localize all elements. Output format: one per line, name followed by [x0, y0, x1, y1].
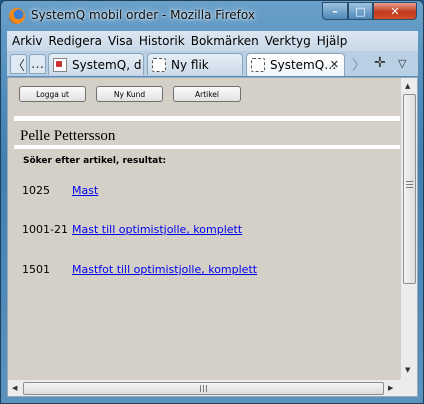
tab-bar: 〈 … SystemQ, d… Ny flik SystemQ… ✕ 〉 ✛ ▽ — [7, 51, 418, 76]
divider — [14, 116, 400, 121]
scrollbar-corner — [400, 379, 417, 396]
menu-hjalp[interactable]: Hjälp — [315, 34, 352, 48]
tab-overflow-button[interactable]: … — [29, 54, 46, 74]
title-bar[interactable]: SystemQ mobil order - Mozilla Firefox – … — [1, 1, 423, 31]
window-title: SystemQ mobil order - Mozilla Firefox — [31, 8, 255, 22]
page-content: Logga ut Ny Kund Artikel Pelle Pettersso… — [14, 83, 400, 374]
vertical-scrollbar[interactable]: ▲ ▼ — [400, 78, 417, 379]
blank-page-icon — [251, 58, 265, 72]
window-controls: – □ ✕ — [322, 2, 417, 20]
tab-label: Ny flik — [171, 57, 209, 72]
menu-redigera[interactable]: Redigera — [47, 34, 106, 48]
menu-bar: Arkiv Redigera Visa Historik Bokmärken V… — [7, 31, 418, 51]
grip-icon — [200, 385, 208, 392]
menu-verktyg[interactable]: Verktyg — [263, 34, 315, 48]
menu-bokmarken[interactable]: Bokmärken — [189, 34, 263, 48]
tab-scroll-left-button[interactable]: 〈 — [10, 54, 27, 74]
article-code: 1501 — [22, 263, 50, 276]
action-buttons: Logga ut Ny Kund Artikel — [19, 86, 251, 102]
tab-systemq-active[interactable]: SystemQ… ✕ — [246, 53, 345, 76]
customer-name: Pelle Pettersson — [20, 128, 116, 144]
scroll-left-icon[interactable]: ◀ — [12, 384, 17, 392]
menu-historik[interactable]: Historik — [137, 34, 189, 48]
new-tab-icon[interactable]: ✛ — [374, 55, 386, 71]
tab-label: SystemQ… — [270, 58, 337, 72]
article-code: 1025 — [22, 184, 50, 197]
browser-window: SystemQ mobil order - Mozilla Firefox – … — [0, 0, 424, 404]
scroll-up-icon[interactable]: ▲ — [405, 82, 410, 90]
close-tab-icon[interactable]: ✕ — [330, 58, 339, 71]
article-button[interactable]: Artikel — [173, 86, 241, 102]
app-favicon-icon — [53, 57, 67, 72]
article-code: 1001-21 — [22, 223, 68, 236]
scroll-right-icon[interactable]: ▶ — [388, 384, 393, 392]
horizontal-scrollbar[interactable]: ◀ ▶ — [8, 379, 400, 396]
scroll-down-icon[interactable]: ▼ — [405, 366, 410, 374]
divider — [14, 145, 400, 149]
article-link[interactable]: Mast — [72, 184, 98, 197]
grip-icon — [406, 181, 413, 189]
new-customer-button[interactable]: Ny Kund — [96, 86, 163, 102]
article-link[interactable]: Mastfot till optimistjolle, komplett — [72, 263, 257, 276]
minimize-button[interactable]: – — [322, 2, 348, 20]
menu-arkiv[interactable]: Arkiv — [7, 34, 47, 48]
vertical-scroll-thumb[interactable] — [403, 94, 416, 284]
firefox-logo-icon[interactable] — [9, 8, 25, 24]
tab-ny-flik[interactable]: Ny flik — [147, 53, 243, 75]
horizontal-scroll-thumb[interactable] — [23, 382, 384, 395]
close-window-button[interactable]: ✕ — [373, 2, 417, 20]
tab-scroll-right-icon[interactable]: 〉 — [352, 55, 366, 75]
menu-visa[interactable]: Visa — [106, 34, 137, 48]
page-viewport: Logga ut Ny Kund Artikel Pelle Pettersso… — [7, 77, 418, 397]
tab-label: SystemQ, d… — [72, 57, 143, 72]
maximize-button[interactable]: □ — [348, 2, 373, 20]
article-link[interactable]: Mast till optimistjolle, komplett — [72, 223, 242, 236]
list-tabs-icon[interactable]: ▽ — [398, 57, 406, 70]
tab-systemq-1[interactable]: SystemQ, d… — [48, 53, 144, 75]
search-result-heading: Söker efter artikel, resultat: — [23, 156, 167, 166]
logout-button[interactable]: Logga ut — [19, 86, 86, 102]
blank-page-icon — [152, 57, 166, 72]
